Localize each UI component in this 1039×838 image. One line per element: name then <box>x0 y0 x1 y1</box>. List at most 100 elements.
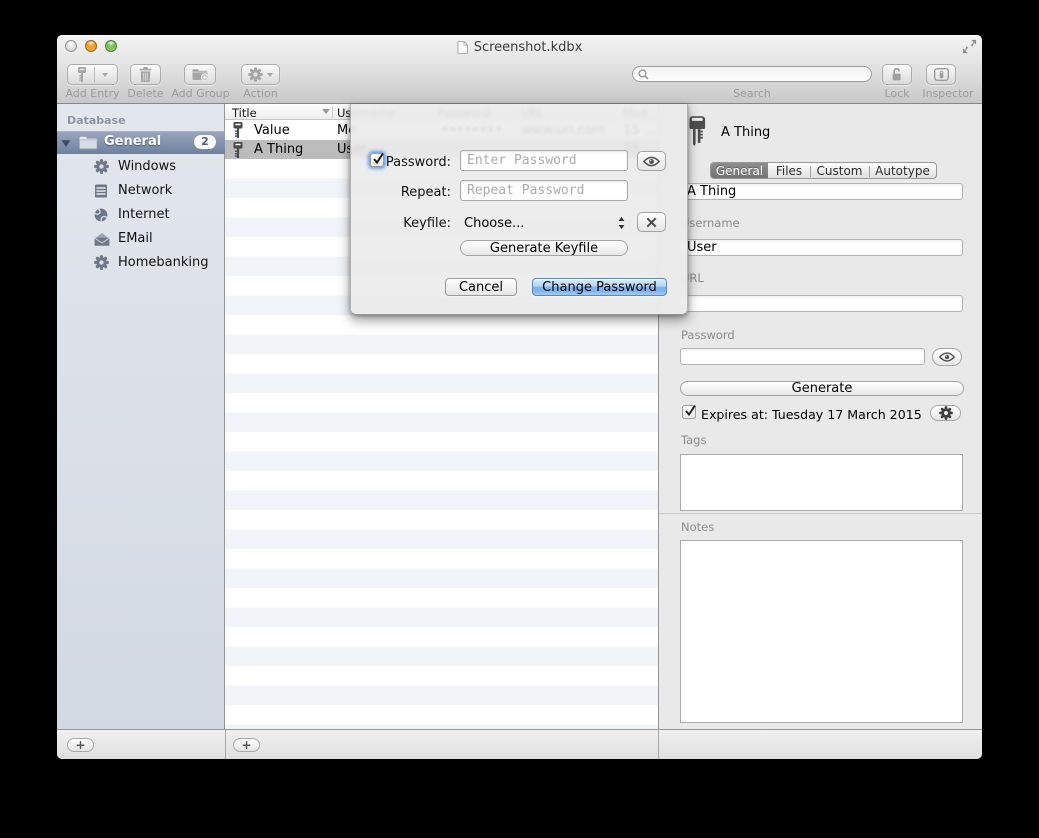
lock-button[interactable] <box>882 64 912 85</box>
globe-icon <box>94 207 108 221</box>
notes-label: Notes <box>681 520 714 534</box>
sheet-reveal-button[interactable] <box>637 151 666 171</box>
clear-keyfile-button[interactable] <box>637 212 666 232</box>
tags-label: Tags <box>681 433 706 447</box>
sidebar-item-label: Internet <box>118 207 170 222</box>
window-title: Screenshot.kdbx <box>474 40 583 55</box>
add-group-label: Add Group <box>170 87 231 100</box>
tab-custom[interactable]: Custom <box>810 163 869 178</box>
add-group-plus-button[interactable]: + <box>67 738 94 752</box>
sheet-password-input[interactable] <box>460 150 628 171</box>
sheet-repeat-label: Repeat: <box>359 185 451 200</box>
bottombar-divider <box>658 730 659 759</box>
search-label: Search <box>712 87 792 100</box>
add-entry-button[interactable] <box>67 64 118 85</box>
check-icon <box>683 404 698 419</box>
add-group-button[interactable] <box>184 64 216 85</box>
url-field[interactable] <box>680 295 963 312</box>
desktop: Screenshot.kdbx Add Entry Delete Add Gro… <box>0 0 1039 838</box>
sidebar: Database General 2 Windows Network Interne… <box>57 104 225 729</box>
chevron-down-icon <box>102 73 108 77</box>
search-input[interactable] <box>632 66 872 82</box>
tags-textarea[interactable] <box>680 454 963 511</box>
sidebar-item-email[interactable]: EMail <box>57 226 225 250</box>
gear-icon <box>248 67 263 82</box>
sidebar-item-windows[interactable]: Windows <box>57 154 225 178</box>
tab-files[interactable]: Files <box>768 163 810 178</box>
lock-icon <box>890 67 904 82</box>
key-icon <box>77 67 87 82</box>
app-window: Screenshot.kdbx Add Entry Delete Add Gro… <box>57 35 982 759</box>
generate-keyfile-button[interactable]: Generate Keyfile <box>460 240 628 256</box>
title-group: Screenshot.kdbx <box>457 40 583 55</box>
inspector-label: Inspector <box>918 87 978 100</box>
password-field[interactable] <box>680 348 925 365</box>
change-password-button[interactable]: Change Password <box>532 278 667 296</box>
segment-divider <box>869 166 870 177</box>
keyfile-popup[interactable]: Choose... <box>464 216 628 231</box>
inspector-icon <box>934 68 949 81</box>
keyfile-popup-value: Choose... <box>464 216 524 231</box>
sidebar-item-label: Network <box>118 183 172 198</box>
inspector-section-divider <box>659 513 982 514</box>
delete-button[interactable] <box>130 64 161 85</box>
sidebar-item-label: Windows <box>118 159 176 174</box>
stepper-icon <box>618 217 625 229</box>
action-button[interactable] <box>241 64 280 85</box>
sidebar-group-general[interactable]: General 2 <box>57 131 225 154</box>
sidebar-item-network[interactable]: Network <box>57 178 225 202</box>
sidebar-section-header: Database <box>67 114 126 127</box>
sidebar-group-badge: 2 <box>194 135 216 149</box>
change-password-label: Change Password <box>542 280 657 295</box>
sort-descending-icon <box>322 109 330 114</box>
sidebar-item-internet[interactable]: Internet <box>57 202 225 226</box>
sidebar-item-label: EMail <box>118 231 153 246</box>
fullscreen-icon[interactable] <box>962 39 977 54</box>
title-field[interactable] <box>680 183 963 200</box>
column-divider <box>332 106 333 118</box>
expires-checkbox[interactable] <box>682 405 696 419</box>
segment-divider <box>810 166 811 177</box>
tab-general[interactable]: General <box>711 163 768 178</box>
cell-title: A Thing <box>254 142 303 157</box>
key-icon <box>233 142 243 162</box>
username-field[interactable] <box>680 239 963 256</box>
trash-icon <box>139 67 152 82</box>
username-label: Username <box>681 216 740 230</box>
sheet-repeat-input[interactable] <box>460 180 628 201</box>
inspector-entry-title: A Thing <box>721 125 770 140</box>
bottombar-divider <box>225 730 226 759</box>
sidebar-item-label: Homebanking <box>118 255 208 270</box>
inspector-button[interactable] <box>926 64 956 85</box>
generate-keyfile-label: Generate Keyfile <box>490 241 598 256</box>
eye-icon <box>643 156 660 167</box>
change-password-sheet: Password: Repeat: Keyfile: Choose... Gen… <box>350 104 688 315</box>
password-label: Password <box>681 328 735 342</box>
gear-icon <box>939 406 953 420</box>
column-header-title[interactable]: Title <box>232 106 257 120</box>
action-label: Action <box>230 87 291 100</box>
sheet-keyfile-label: Keyfile: <box>359 216 451 231</box>
sidebar-item-homebanking[interactable]: Homebanking <box>57 250 225 274</box>
reveal-password-button[interactable] <box>932 348 962 366</box>
eye-icon <box>939 352 955 362</box>
folder-plus-icon <box>192 68 209 81</box>
server-icon <box>94 183 108 197</box>
generate-button[interactable]: Generate <box>680 381 964 396</box>
titlebar: Screenshot.kdbx <box>57 39 982 55</box>
expires-settings-button[interactable] <box>930 405 961 421</box>
expires-label: Expires at: Tuesday 17 March 2015 <box>701 407 922 422</box>
folder-icon <box>79 135 98 150</box>
tab-autotype[interactable]: Autotype <box>869 163 936 178</box>
envelope-icon <box>94 231 108 245</box>
cancel-button[interactable]: Cancel <box>445 278 517 296</box>
inspector-panel: A Thing GeneralFilesCustomAutotype Usern… <box>658 104 982 729</box>
add-entry-plus-button[interactable]: + <box>233 738 260 752</box>
inspector-tabs: GeneralFilesCustomAutotype <box>710 162 937 179</box>
cancel-button-label: Cancel <box>459 280 503 295</box>
disclosure-triangle-icon[interactable] <box>61 139 71 148</box>
document-proxy-icon <box>457 41 468 54</box>
gear-icon <box>94 159 108 173</box>
notes-textarea[interactable] <box>680 540 963 723</box>
cell-title: Value <box>254 123 290 138</box>
